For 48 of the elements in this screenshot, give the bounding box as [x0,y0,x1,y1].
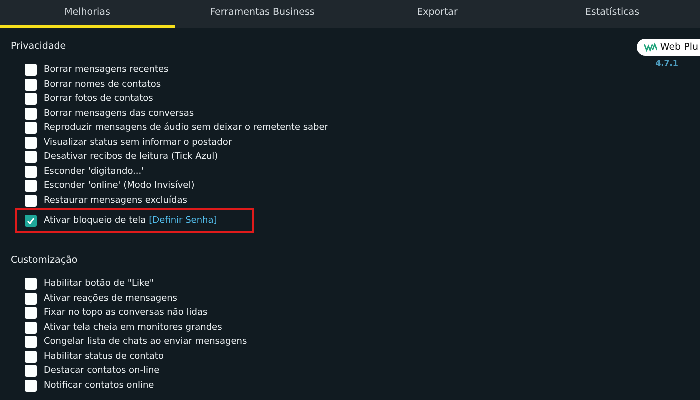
logo-icon [644,42,658,53]
version-text: 4.7.1 [656,59,678,68]
checkbox[interactable] [25,365,37,378]
checkbox[interactable] [25,166,37,178]
option-label: Destacar contatos on-line [44,366,160,376]
checkbox[interactable] [25,336,37,348]
checkbox[interactable] [25,78,37,91]
checkbox[interactable] [25,136,37,149]
tab[interactable]: Exportar [350,0,525,28]
badge-name: Web Plu [660,42,698,53]
set-password-link[interactable]: [Definir Senha] [149,216,218,226]
option-label: Borrar fotos de contatos [44,94,154,104]
checkbox[interactable] [25,93,37,106]
option-label: Ativar reações de mensagens [44,294,178,304]
option-label: Ativar bloqueio de tela [44,216,146,226]
tab[interactable]: Estatísticas [525,0,700,28]
option-label: Habilitar status de contato [44,352,164,362]
section-title: Privacidade [11,41,66,52]
option-label: Esconder 'online' (Modo Invisível) [44,181,195,192]
checkbox[interactable] [25,380,37,392]
option-label: Reproduzir mensagens de áudio sem deixar o remetente saber [44,123,329,134]
option-label: Congelar lista de chats ao enviar mensagens [44,337,248,348]
option-label: Ativar tela cheia em monitores grandes [44,322,222,333]
option-label: Borrar mensagens das conversas [44,108,194,119]
checkbox[interactable] [25,214,37,226]
section-title: Customização [11,255,78,266]
option-label: Esconder 'digitando...' [44,166,144,177]
tab[interactable]: Ferramentas Business [175,0,350,28]
checkbox[interactable] [25,108,37,120]
option-label: Habilitar botão de "Like" [44,279,154,290]
option-label: Restaurar mensagens excluídas [44,196,188,206]
checkbox[interactable] [25,180,37,192]
checkbox[interactable] [25,350,37,363]
option-label: Borrar nomes de contatos [44,80,162,90]
checkbox[interactable] [25,322,37,334]
checkbox[interactable] [25,278,37,290]
checkbox[interactable] [25,64,37,76]
option-label: Fixar no topo as conversas não lidas [44,308,208,318]
option-label: Visualizar status sem informar o postador [44,138,232,148]
checkbox[interactable] [25,122,37,134]
checkbox[interactable] [25,292,37,305]
option-label: Desativar recibos de leitura (Tick Azul) [44,152,218,162]
checkbox[interactable] [25,151,37,164]
option-label: Borrar mensagens recentes [44,65,169,76]
checkbox[interactable] [25,194,37,207]
option-label: Notificar contatos online [44,380,154,391]
checkbox[interactable] [25,307,37,320]
tab[interactable]: Melhorias [0,0,175,28]
